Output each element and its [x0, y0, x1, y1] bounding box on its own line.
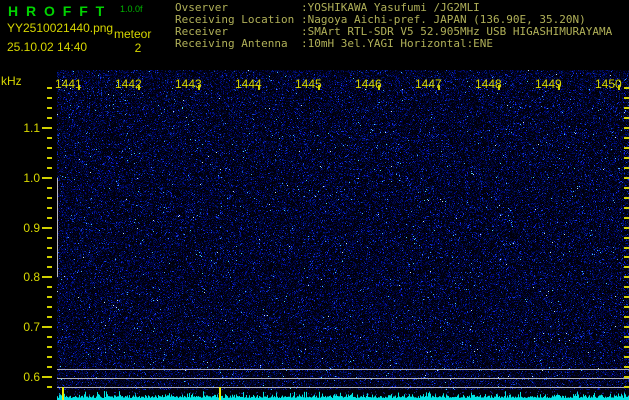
- right-edge-tick: [624, 137, 629, 139]
- right-edge-tick: [624, 237, 629, 239]
- datetime-label: 25.10.02 14:40: [7, 40, 88, 54]
- output-filename: YY2510021440.png: [7, 21, 114, 35]
- right-edge-tick: [624, 336, 629, 338]
- freq-minor-tick: [47, 137, 52, 139]
- right-edge-tick: [624, 386, 629, 388]
- freq-axis-unit: kHz: [1, 74, 22, 88]
- right-edge-tick: [624, 177, 629, 179]
- freq-minor-tick: [47, 366, 52, 368]
- freq-minor-tick: [47, 336, 52, 338]
- freq-minor-tick: [47, 117, 52, 119]
- right-edge-tick: [624, 286, 629, 288]
- freq-tick-label: 0.6: [23, 370, 40, 384]
- mode-label: meteor: [114, 27, 152, 41]
- right-edge-tick: [624, 157, 629, 159]
- freq-minor-tick: [47, 187, 52, 189]
- spectrogram-canvas: [57, 70, 629, 390]
- app-version: 1.0.0f: [120, 4, 143, 14]
- right-edge-tick: [624, 227, 629, 229]
- freq-minor-tick: [47, 266, 52, 268]
- right-edge-tick: [624, 87, 629, 89]
- freq-minor-tick: [47, 296, 52, 298]
- meteor-echo-marker: [219, 387, 221, 400]
- time-tick-mark: [318, 85, 320, 90]
- meteor-echo-marker: [62, 387, 64, 400]
- time-tick-mark: [378, 85, 380, 90]
- right-edge-tick: [624, 197, 629, 199]
- freq-major-tick: [42, 326, 52, 328]
- level-strip-canvas: [57, 390, 629, 400]
- freq-minor-tick: [47, 197, 52, 199]
- freq-minor-tick: [47, 346, 52, 348]
- app-title: H R O F F T: [8, 3, 107, 19]
- right-edge-tick: [624, 187, 629, 189]
- freq-minor-tick: [47, 286, 52, 288]
- right-edge-tick: [624, 376, 629, 378]
- right-edge-tick: [624, 296, 629, 298]
- freq-major-tick: [42, 376, 52, 378]
- info-row: Receiving Antenna :10mH 3el.YAGI Horizont…: [175, 38, 612, 50]
- freq-tick-label: 1.1: [23, 121, 40, 135]
- freq-minor-tick: [47, 157, 52, 159]
- freq-minor-tick: [47, 247, 52, 249]
- time-tick-mark: [258, 85, 260, 90]
- right-edge-tick: [624, 356, 629, 358]
- freq-tick-label: 0.9: [23, 221, 40, 235]
- right-edge-tick: [624, 117, 629, 119]
- right-edge-tick: [624, 147, 629, 149]
- meteor-count: 2: [134, 41, 142, 55]
- time-tick-mark: [138, 85, 140, 90]
- freq-major-tick: [42, 276, 52, 278]
- right-edge-tick: [624, 316, 629, 318]
- freq-minor-tick: [47, 167, 52, 169]
- time-tick-mark: [78, 85, 80, 90]
- freq-major-tick: [42, 177, 52, 179]
- info-row-label: Receiving Antenna: [175, 37, 288, 50]
- right-edge-tick: [624, 247, 629, 249]
- right-edge-tick: [624, 256, 629, 258]
- freq-tick-label: 1.0: [23, 171, 40, 185]
- freq-minor-tick: [47, 306, 52, 308]
- freq-minor-tick: [47, 147, 52, 149]
- reference-line-3: [57, 387, 629, 388]
- freq-minor-tick: [47, 256, 52, 258]
- right-edge-tick: [624, 346, 629, 348]
- freq-major-tick: [42, 127, 52, 129]
- right-edge-tick: [624, 276, 629, 278]
- time-tick-mark: [498, 85, 500, 90]
- right-edge-tick: [624, 97, 629, 99]
- time-tick-mark: [558, 85, 560, 90]
- calibration-bar: [57, 178, 58, 277]
- freq-minor-tick: [47, 97, 52, 99]
- right-edge-tick: [624, 167, 629, 169]
- info-row-value: :10mH 3el.YAGI Horizontal:ENE: [301, 37, 494, 50]
- freq-minor-tick: [47, 217, 52, 219]
- right-edge-tick: [624, 107, 629, 109]
- station-info-block: Ovserver:YOSHIKAWA Yasufumi /JG2MLI Recei…: [175, 2, 612, 50]
- freq-minor-tick: [47, 87, 52, 89]
- right-edge-tick: [624, 217, 629, 219]
- right-edge-tick: [624, 207, 629, 209]
- right-edge-tick: [624, 127, 629, 129]
- freq-tick-label: 0.8: [23, 270, 40, 284]
- time-tick-mark: [438, 85, 440, 90]
- time-tick-mark: [198, 85, 200, 90]
- freq-minor-tick: [47, 107, 52, 109]
- freq-major-tick: [42, 227, 52, 229]
- hrofft-window: H R O F F T 1.0.0f YY2510021440.png mete…: [0, 0, 629, 400]
- freq-minor-tick: [47, 356, 52, 358]
- reference-line-1: [57, 369, 629, 370]
- right-edge-tick: [624, 266, 629, 268]
- time-tick-mark: [618, 85, 620, 90]
- right-edge-tick: [624, 326, 629, 328]
- freq-tick-label: 0.7: [23, 320, 40, 334]
- freq-minor-tick: [47, 237, 52, 239]
- right-edge-tick: [624, 366, 629, 368]
- freq-minor-tick: [47, 316, 52, 318]
- freq-minor-tick: [47, 386, 52, 388]
- right-edge-tick: [624, 306, 629, 308]
- freq-minor-tick: [47, 207, 52, 209]
- reference-line-2: [57, 378, 629, 379]
